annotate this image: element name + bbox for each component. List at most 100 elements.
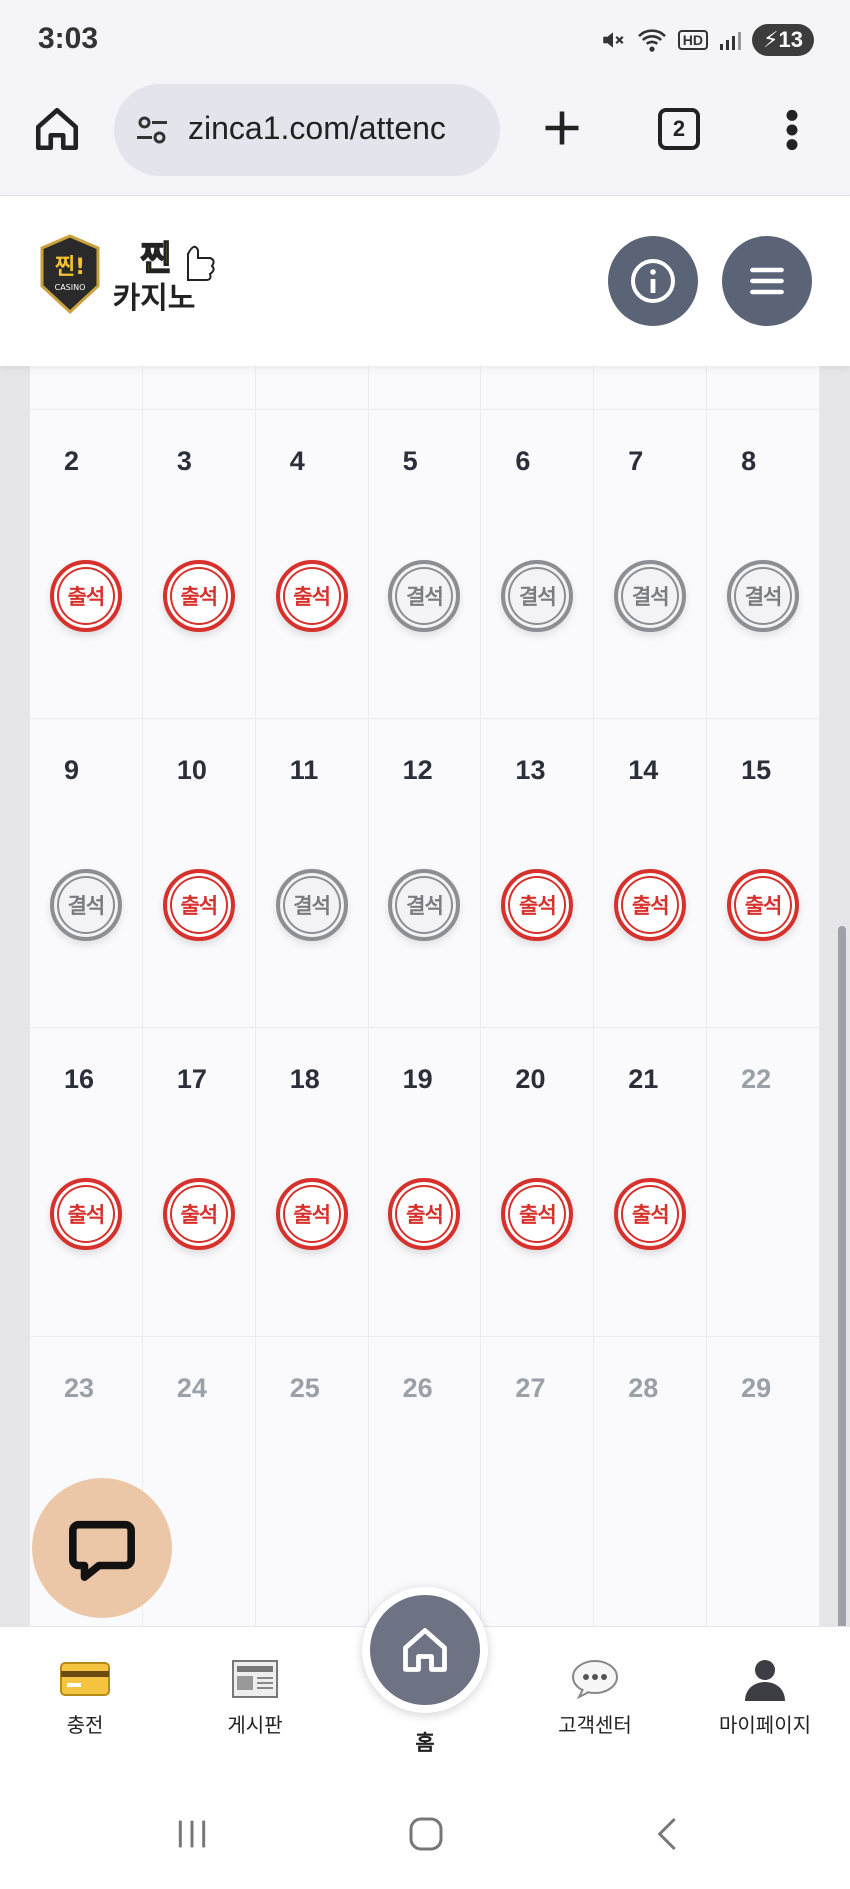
user-icon	[745, 1660, 785, 1701]
attendance-stamp-absent: 결석	[388, 869, 461, 941]
calendar-day-cell[interactable]: 28	[594, 1337, 708, 1646]
day-number: 26	[402, 1373, 433, 1403]
calendar-day-cell[interactable]: 4 출석	[255, 410, 369, 719]
mute-icon	[603, 32, 624, 48]
day-number: 27	[515, 1373, 546, 1403]
day-number: 13	[515, 755, 546, 785]
logo-top-text: 찐	[140, 239, 171, 279]
nav-home-label: 홈	[415, 1732, 435, 1755]
home-icon	[403, 1628, 447, 1672]
calendar-cell-clipped	[30, 366, 143, 410]
chat-bubble-icon	[69, 1520, 135, 1581]
back-icon[interactable]	[648, 1814, 688, 1854]
attendance-stamp-absent: 결석	[501, 560, 574, 632]
address-bar[interactable]: zinca1.com/attenc	[114, 84, 500, 176]
calendar-day-cell[interactable]: 2 출석	[30, 410, 143, 719]
day-number: 6	[515, 446, 531, 476]
calendar-day-cell[interactable]: 24	[142, 1337, 256, 1646]
calendar-day-cell[interactable]: 20 출석	[481, 1028, 595, 1337]
day-number: 18	[289, 1064, 320, 1094]
browser-home-icon[interactable]	[32, 104, 82, 154]
nav-support[interactable]: 고객센터	[530, 1657, 660, 1738]
attendance-calendar: 2 출석 3 출석 4 출석 5 결석 6 결석 7 결석 8 결석 9 결석 10 출석 11 결석 12 결석 13 출석…	[30, 366, 820, 1766]
calendar-day-cell[interactable]: 21 출석	[594, 1028, 708, 1337]
calendar-day-cell[interactable]: 9 결석	[30, 719, 143, 1028]
attendance-stamp-present: 출석	[614, 1178, 687, 1250]
page: 3:03 HD ⚡ 13 zinca1.com/attenc 2 찐! CASIN…	[0, 0, 850, 1889]
new-tab-icon[interactable]	[540, 106, 584, 150]
calendar-day-cell[interactable]: 17 출석	[142, 1028, 256, 1337]
calendar-day-cell[interactable]: 5 결석	[368, 410, 482, 719]
day-number: 17	[176, 1064, 207, 1094]
day-number: 25	[289, 1373, 320, 1403]
attendance-stamp-absent: 결석	[388, 560, 461, 632]
system-home-icon[interactable]	[406, 1814, 446, 1854]
calendar-day-cell[interactable]: 3 출석	[142, 410, 256, 719]
signal-icon	[720, 32, 741, 50]
url-text: zinca1.com/attenc	[188, 110, 446, 146]
attendance-stamp-present: 출석	[501, 869, 574, 941]
calendar-day-cell[interactable]: 15 출석	[707, 719, 820, 1028]
system-navigation-bar	[0, 1776, 850, 1889]
tab-switcher-button[interactable]: 2	[658, 108, 700, 150]
day-number: 4	[289, 446, 305, 476]
attendance-stamp-absent: 결석	[727, 560, 800, 632]
calendar-day-cell[interactable]: 11 결석	[255, 719, 369, 1028]
more-options-icon[interactable]	[782, 108, 802, 152]
chat-button[interactable]	[32, 1478, 172, 1618]
nav-charge[interactable]: 충전	[20, 1657, 150, 1738]
bottom-navigation: 충전 게시판 홈 고객센터 마이페이지	[0, 1587, 850, 1776]
recent-apps-icon[interactable]	[172, 1814, 212, 1854]
attendance-stamp-present: 출석	[614, 869, 687, 941]
day-number: 28	[628, 1373, 659, 1403]
calendar-cell-clipped	[368, 366, 482, 410]
calendar-cell-clipped	[142, 366, 256, 410]
home-button-inner	[370, 1595, 480, 1705]
day-number: 24	[176, 1373, 207, 1403]
info-icon	[631, 259, 675, 303]
nav-board[interactable]: 게시판	[190, 1657, 320, 1738]
calendar-cell-clipped	[707, 366, 820, 410]
calendar-cell-clipped	[594, 366, 708, 410]
nav-home-button[interactable]	[362, 1587, 488, 1713]
calendar-cell-clipped	[481, 366, 595, 410]
scrollbar[interactable]	[838, 926, 846, 1666]
hamburger-icon	[750, 267, 784, 295]
calendar-day-cell[interactable]: 27	[481, 1337, 595, 1646]
logo-sub-text: CASINO	[55, 283, 86, 292]
site-logo[interactable]: 찐! CASINO 찐 카지노	[38, 228, 238, 318]
day-number: 21	[628, 1064, 659, 1094]
menu-button[interactable]	[722, 236, 812, 326]
calendar-day-cell[interactable]: 25	[255, 1337, 369, 1646]
calendar-day-cell[interactable]: 10 출석	[142, 719, 256, 1028]
nav-mypage[interactable]: 마이페이지	[700, 1657, 830, 1738]
status-icons: HD ⚡ 13	[600, 24, 814, 56]
info-button[interactable]	[608, 236, 698, 326]
calendar-area: 2 출석 3 출석 4 출석 5 결석 6 결석 7 결석 8 결석 9 결석 10 출석 11 결석 12 결석 13 출석…	[0, 366, 850, 1766]
attendance-stamp-absent: 결석	[49, 869, 122, 941]
calendar-day-cell[interactable]: 14 출석	[594, 719, 708, 1028]
wifi-icon	[637, 29, 666, 52]
browser-toolbar: zinca1.com/attenc 2	[0, 80, 850, 196]
site-settings-icon[interactable]	[134, 112, 170, 148]
logo-graphic: 찐! CASINO 찐 카지노	[40, 234, 215, 316]
day-number: 9	[64, 755, 80, 785]
calendar-day-cell[interactable]: 16 출석	[30, 1028, 143, 1337]
attendance-stamp-present: 출석	[275, 560, 348, 632]
calendar-day-cell[interactable]: 8 결석	[707, 410, 820, 719]
calendar-day-cell[interactable]: 19 출석	[368, 1028, 482, 1337]
nav-mypage-label: 마이페이지	[719, 1715, 811, 1737]
calendar-day-cell[interactable]: 18 출석	[255, 1028, 369, 1337]
calendar-day-cell[interactable]: 13 출석	[481, 719, 595, 1028]
calendar-day-cell[interactable]: 29	[707, 1337, 820, 1646]
calendar-day-cell[interactable]: 22	[707, 1028, 820, 1337]
newspaper-icon	[232, 1660, 278, 1698]
day-number: 14	[628, 755, 659, 785]
attendance-stamp-present: 출석	[162, 1178, 235, 1250]
status-time: 3:03	[38, 22, 99, 55]
calendar-day-cell[interactable]: 6 결석	[481, 410, 595, 719]
calendar-day-cell[interactable]: 7 결석	[594, 410, 708, 719]
day-number: 20	[515, 1064, 546, 1094]
attendance-stamp-present: 출석	[275, 1178, 348, 1250]
calendar-day-cell[interactable]: 12 결석	[368, 719, 482, 1028]
